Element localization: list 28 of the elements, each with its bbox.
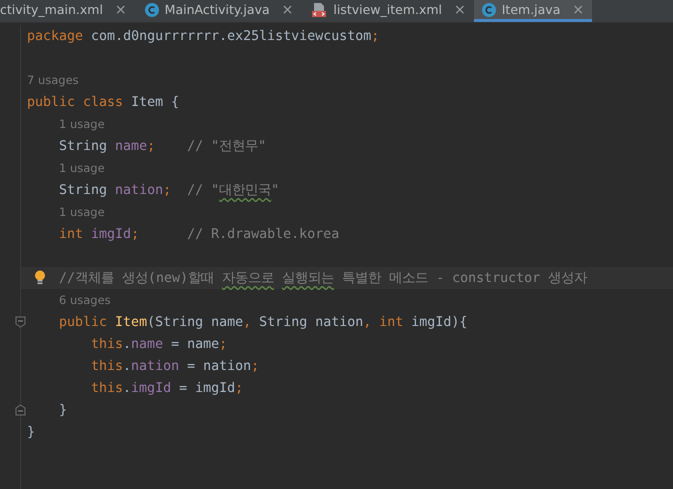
code-line: String name; // "전현무" xyxy=(59,138,266,155)
close-tab-button[interactable]: × xyxy=(454,2,466,18)
close-tab-button[interactable]: × xyxy=(114,2,127,18)
code-line: package com.d0ngurrrrrrr.ex25listviewcustom; xyxy=(27,28,380,44)
code-line: public class Item { xyxy=(27,94,180,110)
file-tab[interactable]: Item.java × xyxy=(474,0,592,22)
layout-file-icon xyxy=(311,2,328,18)
code-line: this.imgId = imgId; xyxy=(91,380,244,396)
class-icon xyxy=(144,2,159,16)
usage-hint[interactable]: 1 usage xyxy=(59,117,105,131)
code-line: //객체를 생성(new)할때 자동으로 실행되는 특별한 메소드 - constructor 생성자 xyxy=(59,270,588,287)
fold-icon[interactable] xyxy=(15,404,26,416)
usage-hint[interactable]: 1 usage xyxy=(59,205,105,219)
usage-hint[interactable]: 7 usages xyxy=(27,73,79,87)
code-line: String nation; // "대한민국" xyxy=(59,182,280,199)
code-line: int imgId; // R.drawable.korea xyxy=(59,226,340,242)
close-tab-button[interactable]: × xyxy=(572,2,584,18)
fold-icon[interactable] xyxy=(15,316,26,328)
lightbulb-icon[interactable] xyxy=(34,270,46,285)
class-icon xyxy=(482,2,496,16)
code-line: public Item(String name, String nation, int imgId){ xyxy=(59,314,468,330)
code-line: this.nation = nation; xyxy=(91,358,260,374)
usage-hint[interactable]: 6 usages xyxy=(59,293,111,307)
code-line: } xyxy=(27,424,36,440)
close-tab-button[interactable]: × xyxy=(282,2,294,18)
code-line: } xyxy=(59,402,68,418)
usage-hint[interactable]: 1 usage xyxy=(59,161,105,175)
code-line: this.name = name; xyxy=(91,336,228,352)
